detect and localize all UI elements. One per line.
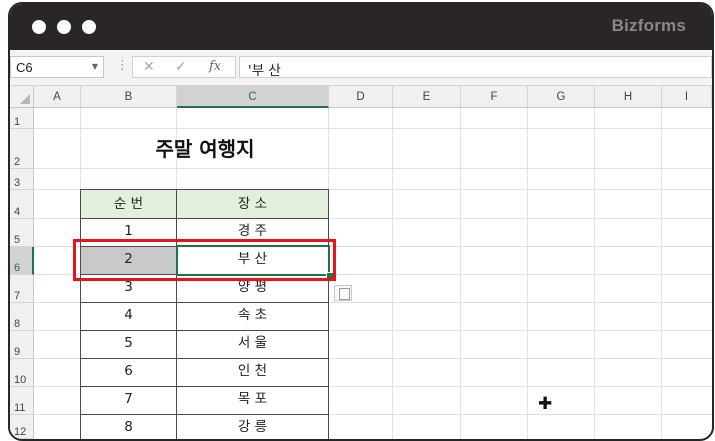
close-dot-icon[interactable]: [32, 20, 46, 34]
row-header-2[interactable]: 2: [10, 129, 34, 169]
spreadsheet-grid: A B C D E F G H I 1 2 3 4 5 6 7 8 9 10 1…: [10, 86, 712, 439]
row-header-8[interactable]: 8: [10, 303, 34, 331]
column-header-b[interactable]: B: [81, 86, 177, 108]
row-header-3[interactable]: 3: [10, 169, 34, 190]
table-cell-number[interactable]: 7: [80, 386, 177, 415]
table-cell-place[interactable]: 속 초: [176, 302, 329, 331]
table-cell-number[interactable]: 8: [80, 414, 177, 439]
column-header-g[interactable]: G: [528, 86, 595, 108]
column-header-h[interactable]: H: [595, 86, 662, 108]
column-header-f[interactable]: F: [461, 86, 528, 108]
row-header-4[interactable]: 4: [10, 190, 34, 219]
paste-options-icon[interactable]: [334, 285, 352, 301]
highlight-box: [73, 239, 336, 281]
fx-icon[interactable]: fx: [209, 59, 221, 74]
table-cell-number[interactable]: 6: [80, 358, 177, 387]
row-header-5[interactable]: 5: [10, 219, 34, 247]
title-bar: Bizforms: [10, 4, 712, 50]
table-cell-place[interactable]: 강 릉: [176, 414, 329, 439]
cancel-icon[interactable]: ✕: [143, 59, 155, 75]
sheet-title[interactable]: 주말 여행지: [81, 129, 329, 169]
formula-bar-grip-icon: ⋮: [116, 58, 129, 73]
row-header-10[interactable]: 10: [10, 359, 34, 387]
row-header-9[interactable]: 9: [10, 331, 34, 359]
column-header-c[interactable]: C: [177, 86, 329, 108]
table-header-place[interactable]: 장 소: [176, 189, 329, 219]
table-cell-place[interactable]: 목 포: [176, 386, 329, 415]
formula-input-value: '부 산: [248, 63, 281, 79]
column-header-a[interactable]: A: [34, 86, 81, 108]
formula-buttons: ✕ ✓ fx: [132, 56, 236, 78]
row-header-6[interactable]: 6: [10, 247, 34, 275]
maximize-dot-icon[interactable]: [82, 20, 96, 34]
row-header-1[interactable]: 1: [10, 108, 34, 129]
table-cell-number[interactable]: 4: [80, 302, 177, 331]
row-header-12[interactable]: 12: [10, 415, 34, 439]
column-header-e[interactable]: E: [393, 86, 461, 108]
row-header-11[interactable]: 11: [10, 387, 34, 415]
app-window: Bizforms C6 ▼ ⋮ ✕ ✓ fx '부 산 A B C D E F …: [8, 2, 714, 441]
dropdown-arrow-icon[interactable]: ▼: [92, 62, 98, 71]
table-cell-number[interactable]: 5: [80, 330, 177, 359]
table-header-number[interactable]: 순 번: [80, 189, 177, 219]
row-header-7[interactable]: 7: [10, 275, 34, 303]
enter-icon[interactable]: ✓: [175, 59, 187, 75]
cell-cursor-icon: ✚: [538, 394, 553, 414]
table-cell-place[interactable]: 인 천: [176, 358, 329, 387]
name-box[interactable]: C6 ▼: [10, 56, 104, 78]
minimize-dot-icon[interactable]: [57, 20, 71, 34]
select-all-corner[interactable]: [10, 86, 34, 108]
brand-logo: Bizforms: [611, 16, 686, 35]
column-header-d[interactable]: D: [329, 86, 393, 108]
table-cell-place[interactable]: 서 울: [176, 330, 329, 359]
formula-input[interactable]: '부 산: [239, 56, 712, 79]
name-box-value: C6: [16, 60, 33, 75]
column-header-i[interactable]: I: [662, 86, 712, 108]
formula-bar: C6 ▼ ⋮ ✕ ✓ fx '부 산: [10, 50, 712, 86]
